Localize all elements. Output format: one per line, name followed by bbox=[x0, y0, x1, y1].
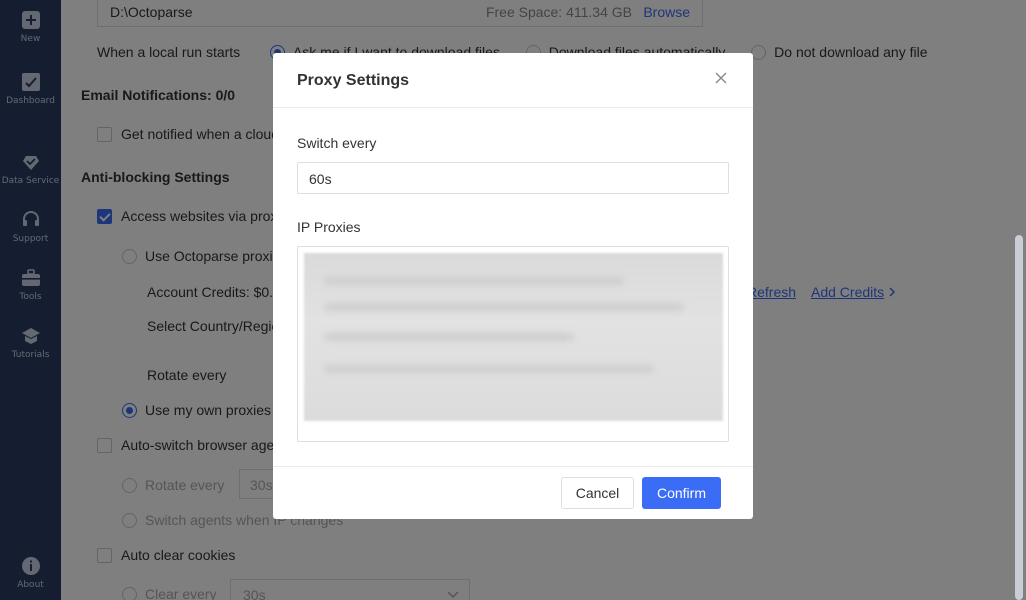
switch-every-value: 60s bbox=[309, 171, 332, 187]
dialog-footer-divider bbox=[273, 466, 753, 467]
switch-every-input[interactable]: 60s bbox=[297, 162, 729, 194]
switch-every-label: Switch every bbox=[297, 135, 377, 151]
proxy-settings-dialog: Proxy Settings Switch every 60s IP Proxi… bbox=[273, 53, 753, 519]
dialog-header-divider bbox=[273, 107, 753, 108]
confirm-button[interactable]: Confirm bbox=[642, 477, 721, 509]
redacted-proxy-list bbox=[304, 253, 723, 421]
close-icon[interactable] bbox=[713, 70, 729, 86]
cancel-button[interactable]: Cancel bbox=[561, 477, 634, 509]
redacted-line bbox=[324, 333, 574, 341]
redacted-line bbox=[324, 365, 654, 373]
ip-proxies-textarea[interactable] bbox=[297, 246, 729, 442]
scrollbar[interactable] bbox=[1015, 235, 1023, 600]
dialog-title: Proxy Settings bbox=[297, 72, 410, 89]
ip-proxies-label: IP Proxies bbox=[297, 219, 361, 235]
redacted-line bbox=[324, 303, 684, 311]
redacted-line bbox=[324, 277, 624, 285]
